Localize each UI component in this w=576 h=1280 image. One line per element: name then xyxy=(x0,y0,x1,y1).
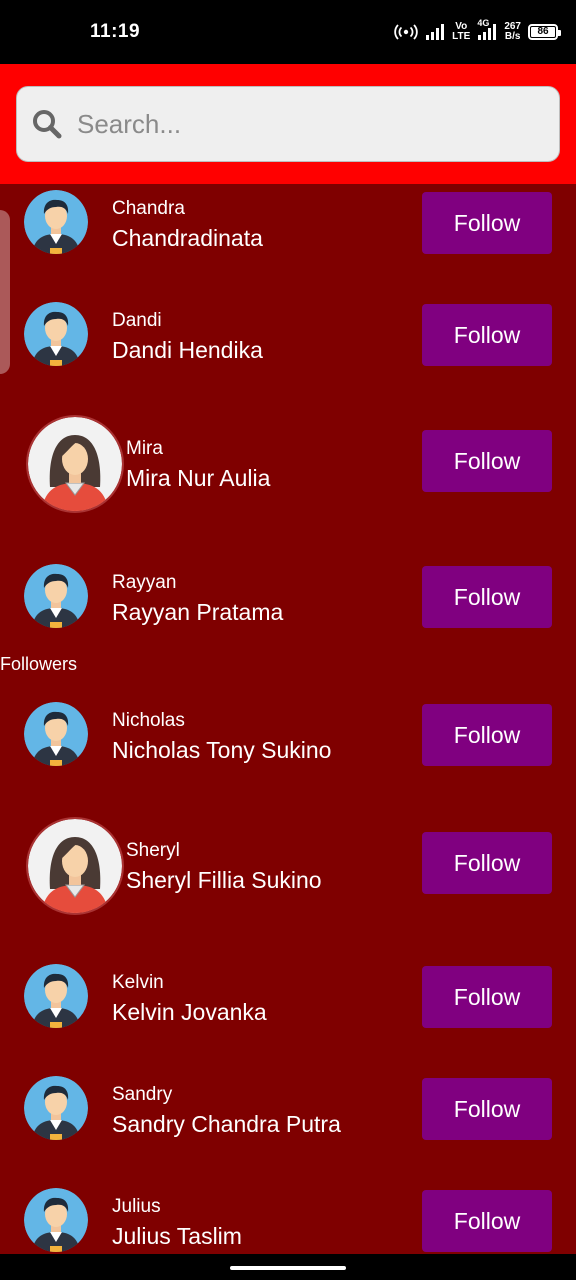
network-speed: 267 B/s xyxy=(504,21,521,42)
volte-label: Vo LTE xyxy=(452,21,471,42)
username: Dandi xyxy=(112,310,162,331)
home-indicator[interactable] xyxy=(230,1266,346,1270)
username: Nicholas xyxy=(112,710,185,731)
follow-button[interactable]: Follow xyxy=(422,304,552,366)
avatar xyxy=(24,1188,88,1252)
full-name: Rayyan Pratama xyxy=(112,599,284,625)
user-names: Mira Mira Nur Aulia xyxy=(126,438,270,492)
avatar xyxy=(24,302,88,366)
avatar xyxy=(24,564,88,628)
follow-button[interactable]: Follow xyxy=(422,832,552,894)
search-box[interactable] xyxy=(16,86,560,162)
full-name: Mira Nur Aulia xyxy=(126,465,271,491)
user-names: Kelvin Kelvin Jovanka xyxy=(112,972,267,1026)
user-row[interactable]: Kelvin Kelvin Jovanka Follow xyxy=(0,962,576,1042)
search-header xyxy=(0,64,576,184)
full-name: Chandradinata xyxy=(112,225,263,251)
user-row[interactable]: Sheryl Sheryl Fillia Sukino Follow xyxy=(0,814,576,924)
search-input[interactable] xyxy=(77,104,517,144)
avatar xyxy=(24,702,88,766)
full-name: Sandry Chandra Putra xyxy=(112,1111,341,1137)
username: Julius xyxy=(112,1196,161,1217)
username: Sheryl xyxy=(126,840,180,861)
user-row[interactable]: Sandry Sandry Chandra Putra Follow xyxy=(0,1074,576,1154)
follow-button[interactable]: Follow xyxy=(422,566,552,628)
avatar xyxy=(26,817,124,915)
user-names: Rayyan Rayyan Pratama xyxy=(112,572,283,626)
followers-section-label: Followers xyxy=(0,654,78,674)
battery-level: 86 xyxy=(531,27,555,37)
user-names: Sandry Sandry Chandra Putra xyxy=(112,1084,341,1138)
user-row[interactable]: Rayyan Rayyan Pratama Follow xyxy=(0,562,576,642)
user-row[interactable]: Chandra Chandradinata Follow xyxy=(0,188,576,268)
user-row[interactable]: Julius Julius Taslim Follow xyxy=(0,1186,576,1254)
follow-button[interactable]: Follow xyxy=(422,192,552,254)
username: Rayyan xyxy=(112,572,177,593)
user-row[interactable]: Nicholas Nicholas Tony Sukino Follow xyxy=(0,700,576,780)
username: Mira xyxy=(126,438,163,459)
user-names: Julius Julius Taslim xyxy=(112,1196,242,1250)
network-type: 4G xyxy=(477,18,490,28)
full-name: Kelvin Jovanka xyxy=(112,999,267,1025)
username: Kelvin xyxy=(112,972,164,993)
search-icon xyxy=(33,110,62,139)
username: Sandry xyxy=(112,1084,173,1105)
user-names: Sheryl Sheryl Fillia Sukino xyxy=(126,840,322,894)
avatar xyxy=(24,964,88,1028)
avatar xyxy=(24,1076,88,1140)
screen: 11:19 Vo LTE 4G 267 B/s 86 Search... Cha… xyxy=(0,0,576,1280)
follow-button[interactable]: Follow xyxy=(422,1190,552,1252)
user-list[interactable]: Chandra Chandradinata Follow Dandi Dandi He… xyxy=(0,184,576,1254)
follow-button[interactable]: Follow xyxy=(422,430,552,492)
user-names: Dandi Dandi Hendika xyxy=(112,310,263,364)
avatar xyxy=(26,415,124,513)
battery-icon: 86 xyxy=(528,24,561,40)
avatar xyxy=(24,190,88,254)
navigation-bar xyxy=(0,1254,576,1280)
follow-button[interactable]: Follow xyxy=(422,704,552,766)
username: Chandra xyxy=(112,198,185,219)
wifi-hotspot-icon xyxy=(394,24,418,40)
status-time: 11:19 xyxy=(90,21,141,42)
user-row[interactable]: Mira Mira Nur Aulia Follow xyxy=(0,412,576,522)
full-name: Dandi Hendika xyxy=(112,337,263,363)
full-name: Julius Taslim xyxy=(112,1223,242,1249)
status-bar: 11:19 Vo LTE 4G 267 B/s 86 xyxy=(0,0,576,64)
follow-button[interactable]: Follow xyxy=(422,1078,552,1140)
follow-button[interactable]: Follow xyxy=(422,966,552,1028)
user-names: Nicholas Nicholas Tony Sukino xyxy=(112,710,331,764)
status-icons: Vo LTE 4G 267 B/s 86 xyxy=(394,18,561,46)
signal-icon xyxy=(425,24,445,40)
full-name: Sheryl Fillia Sukino xyxy=(126,867,322,893)
full-name: Nicholas Tony Sukino xyxy=(112,737,332,763)
user-row[interactable]: Dandi Dandi Hendika Follow xyxy=(0,300,576,380)
user-names: Chandra Chandradinata xyxy=(112,198,263,252)
network-4g-signal: 4G xyxy=(477,18,497,40)
